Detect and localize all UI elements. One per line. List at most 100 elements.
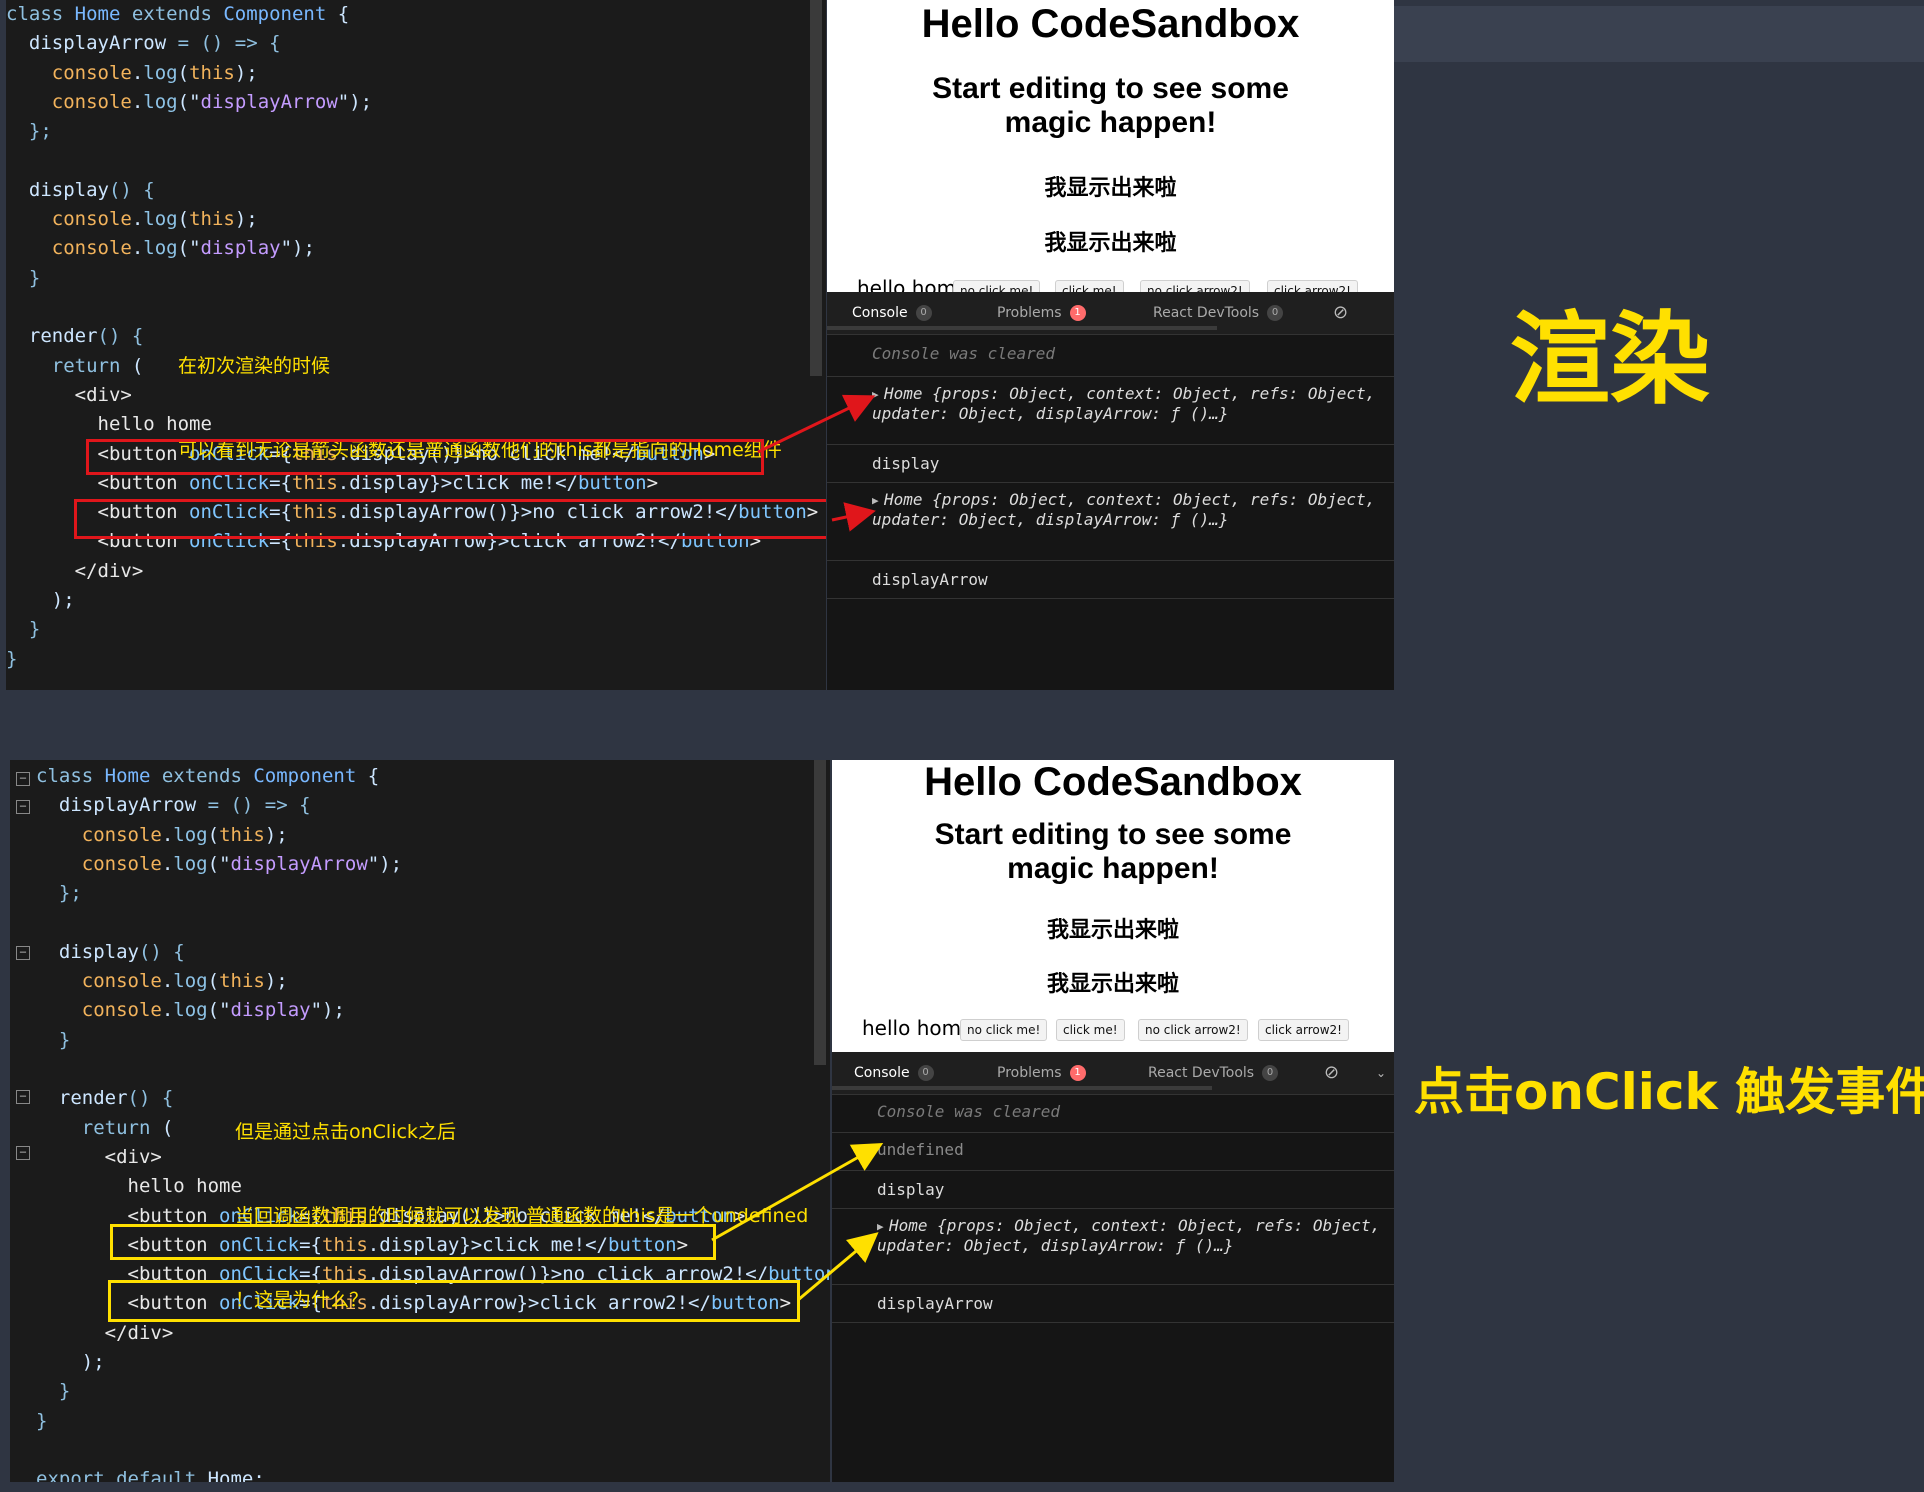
code-line: console.log(this); (36, 970, 288, 993)
top-side-label: 渲染 (1510, 301, 1710, 418)
bottom-no-click-arrow-button[interactable]: no click arrow2! (1138, 1019, 1248, 1041)
fold-icon[interactable]: − (16, 1146, 30, 1160)
top-console-object-1[interactable]: ▶ Home {props: Object, context: Object, … (827, 376, 1394, 445)
top-console-log-display-arrow: displayArrow (827, 560, 1394, 599)
code-line: console.log("displayArrow"); (36, 852, 403, 875)
code-line: display() { (6, 178, 155, 201)
code-line: console.log(this); (36, 823, 288, 846)
bottom-editor-scrollbar[interactable] (814, 760, 826, 1065)
code-line: } (36, 1380, 71, 1403)
code-line: } (6, 266, 41, 289)
top-code-editor: class Home extends Component { displayAr… (6, 0, 826, 690)
bottom-console-count-badge: 0 (917, 1065, 934, 1081)
code-line: </div> (6, 559, 144, 582)
bottom-console-tabs: Console 0 Problems 1 React DevTools 0 ⊘ ⌄ (832, 1052, 1394, 1095)
bottom-click-arrow-button[interactable]: click arrow2! (1258, 1019, 1349, 1041)
bottom-highlight-arrow (108, 1280, 800, 1322)
top-editor-scrollbar[interactable] (810, 0, 822, 376)
bottom-click-me-button[interactable]: click me! (1056, 1019, 1125, 1041)
code-line: } (36, 1028, 71, 1051)
code-line: }; (6, 120, 52, 143)
bottom-side-label: 点击onClick 触发事件 (1414, 1063, 1924, 1121)
top-console-log-display: display (827, 444, 1394, 483)
top-preview-hello: hello home (857, 276, 969, 292)
code-line: console.log("display"); (6, 237, 315, 260)
bottom-console-cleared: Console was cleared (832, 1094, 1394, 1133)
code-line: } (6, 618, 41, 641)
top-annotation-line1: 在初次渲染的时候 (178, 355, 331, 377)
code-line: }; (36, 882, 82, 905)
bottom-problems-count-badge: 1 (1069, 1065, 1086, 1081)
code-line: displayArrow = () => { (36, 794, 311, 817)
top-problems-count-badge: 1 (1069, 305, 1086, 321)
bottom-annotation-line1: 但是通过点击onClick之后 (235, 1121, 456, 1143)
expand-triangle-icon[interactable]: ▶ (872, 494, 879, 507)
chevron-down-icon[interactable]: ⌄ (1376, 1052, 1386, 1094)
bottom-console-undefined: undefined (832, 1132, 1394, 1171)
bottom-console-object[interactable]: ▶ Home {props: Object, context: Object, … (832, 1208, 1394, 1285)
code-line: <div> (36, 1145, 162, 1168)
bottom-preview: Hello CodeSandbox Start editing to see s… (832, 760, 1394, 1052)
bottom-console-log-display-arrow: displayArrow (832, 1284, 1394, 1323)
top-click-me-button[interactable]: click me! (1055, 280, 1124, 292)
fold-icon[interactable]: − (16, 800, 30, 814)
fold-icon[interactable]: − (16, 1090, 30, 1104)
bottom-preview-text-2: 我显示出来啦 (1046, 972, 1179, 997)
top-console-count-badge: 0 (915, 305, 932, 321)
code-line: class Home extends Component { (36, 765, 380, 787)
top-preview-text-2: 我显示出来啦 (1044, 231, 1177, 256)
fold-icon[interactable]: − (16, 946, 30, 960)
clear-console-icon[interactable]: ⊘ (1324, 1052, 1339, 1094)
top-no-click-me-button[interactable]: no click me! (953, 280, 1041, 292)
top-annotation: 在初次渲染的时候 可以看到无论是箭头函数还是普通函数他们的this都是指向的Ho… (178, 296, 782, 520)
bottom-console: Console 0 Problems 1 React DevTools 0 ⊘ ⌄ C… (832, 1052, 1394, 1482)
code-line: <div> (6, 383, 132, 406)
top-console: Console 0 Problems 1 React DevTools 0 ⊘ Con… (827, 292, 1394, 690)
top-console-tabs: Console 0 Problems 1 React DevTools 0 ⊘ (827, 292, 1394, 335)
code-line: } (6, 647, 18, 670)
bottom-tab-indicator (832, 1086, 1212, 1090)
code-line: ); (36, 1351, 105, 1373)
bottom-preview-title: Hello CodeSandbox (924, 760, 1302, 804)
code-line: console.log(this); (6, 61, 258, 84)
code-line: } (36, 1409, 48, 1432)
expand-triangle-icon[interactable]: ▶ (877, 1220, 884, 1233)
top-preview: Hello CodeSandbox Start editing to see s… (827, 0, 1394, 292)
bottom-preview-text-1: 我显示出来啦 (1046, 918, 1179, 943)
top-highlight-arrow-call (74, 499, 826, 539)
top-preview-subtitle: Start editing to see some magic happen! (932, 72, 1289, 139)
bottom-no-click-me-button[interactable]: no click me! (960, 1019, 1048, 1041)
code-line: class Home extends Component { (6, 3, 350, 25)
top-devtools-count-badge: 0 (1267, 305, 1284, 321)
top-console-object-2[interactable]: ▶ Home {props: Object, context: Object, … (827, 482, 1394, 561)
bottom-code-editor: − − − − − class Home extends Component {… (10, 760, 830, 1482)
bottom-devtools-count-badge: 0 (1262, 1065, 1279, 1081)
top-preview-text-1: 我显示出来啦 (1044, 176, 1177, 201)
code-line: console.log("displayArrow"); (6, 90, 373, 113)
clear-console-icon[interactable]: ⊘ (1333, 292, 1348, 334)
code-line: return ( (36, 1116, 174, 1139)
code-line: hello home (36, 1175, 242, 1198)
bottom-annotation: 但是通过点击onClick之后 当回调函数调用的时候就可以发现 普通函数的thi… (235, 1062, 808, 1370)
bottom-preview-subtitle: Start editing to see some magic happen! (934, 818, 1292, 885)
bottom-preview-hello: hello home (862, 1016, 974, 1040)
expand-triangle-icon[interactable]: ▶ (872, 388, 879, 401)
top-right-band (1394, 6, 1924, 62)
top-tab-indicator (827, 326, 1217, 330)
code-line: render() { (36, 1087, 174, 1110)
top-highlight-display-call (86, 439, 764, 475)
bottom-console-log-display: display (832, 1170, 1394, 1209)
top-console-cleared: Console was cleared (827, 334, 1394, 377)
code-line: ); (6, 589, 75, 611)
code-line: console.log(this); (6, 208, 258, 231)
code-line: export default Home; (36, 1468, 265, 1482)
top-click-arrow-button[interactable]: click arrow2! (1267, 280, 1358, 292)
code-line: console.log("display"); (36, 999, 345, 1022)
code-line: display() { (36, 940, 185, 963)
code-line: displayArrow = () => { (6, 32, 281, 55)
code-line: </div> (36, 1321, 174, 1344)
top-no-click-arrow-button[interactable]: no click arrow2! (1140, 280, 1250, 292)
code-line: render() { (6, 325, 144, 348)
fold-icon[interactable]: − (16, 772, 30, 786)
bottom-highlight-display (110, 1224, 716, 1260)
